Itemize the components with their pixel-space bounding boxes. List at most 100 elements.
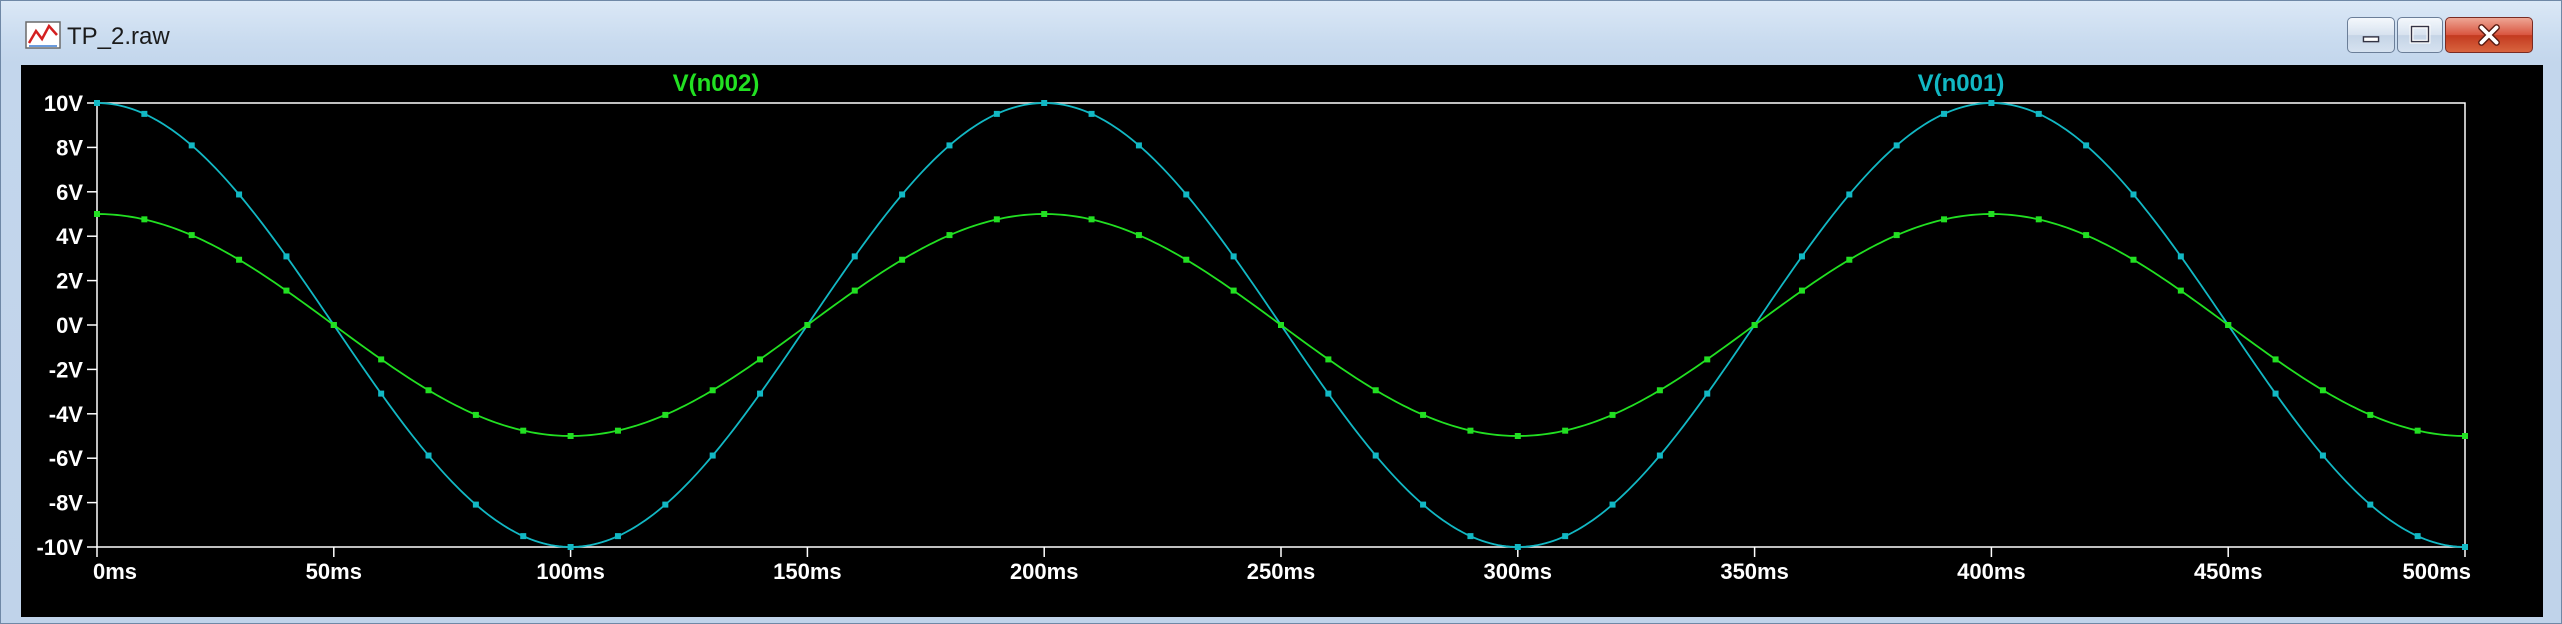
data-point	[1751, 322, 1758, 328]
x-tick-label: 200ms	[1010, 559, 1079, 584]
data-point	[662, 411, 669, 418]
data-point	[993, 110, 1000, 117]
data-point	[1941, 216, 1948, 223]
data-point	[236, 256, 243, 263]
waveform-plot-icon	[25, 21, 61, 49]
y-tick-label: -6V	[49, 446, 84, 471]
data-point	[662, 501, 669, 508]
data-point	[1846, 191, 1853, 198]
data-point	[2367, 411, 2374, 418]
y-tick-label: -8V	[49, 491, 84, 516]
maximize-icon	[2409, 24, 2431, 44]
data-point	[1514, 433, 1521, 439]
close-button[interactable]	[2445, 17, 2533, 53]
data-point	[567, 433, 574, 439]
y-tick-label: 8V	[56, 135, 83, 160]
data-point	[472, 501, 479, 508]
data-point	[2414, 427, 2421, 434]
data-point	[1941, 110, 1948, 117]
data-point	[709, 387, 716, 394]
data-point	[899, 256, 906, 263]
data-point	[1135, 142, 1142, 149]
data-point	[1988, 211, 1995, 217]
minimize-button[interactable]	[2347, 17, 2395, 53]
data-point	[94, 100, 100, 106]
data-point	[1325, 356, 1332, 363]
data-point	[2272, 356, 2279, 363]
data-point	[283, 253, 290, 260]
waveform-chart[interactable]: 10V 8V 6V 4V 2V 0V -2V -4V -6V -8V -10V 0ms 50ms 100m…	[21, 65, 2543, 617]
data-point	[1230, 287, 1237, 294]
data-point	[1704, 390, 1711, 397]
data-point	[1609, 411, 1616, 418]
data-point	[1467, 427, 1474, 434]
data-point	[1420, 411, 1427, 418]
data-point	[188, 232, 195, 239]
series-label: V(n001)	[1918, 70, 2005, 97]
data-point	[993, 216, 1000, 223]
data-point	[851, 287, 858, 294]
data-point	[1372, 387, 1379, 394]
series-label: V(n002)	[673, 70, 760, 97]
data-point	[2272, 390, 2279, 397]
data-point	[1041, 100, 1048, 106]
data-point	[1562, 533, 1569, 540]
data-point	[425, 387, 432, 394]
data-point	[1893, 142, 1900, 149]
data-point	[1656, 387, 1663, 394]
x-tick-label: 400ms	[1957, 559, 2026, 584]
data-point	[709, 452, 716, 459]
data-point	[1420, 501, 1427, 508]
data-point	[2035, 216, 2042, 223]
data-point	[1278, 322, 1284, 328]
data-point	[2462, 433, 2468, 439]
data-point	[1514, 544, 1521, 550]
data-point	[2083, 232, 2090, 239]
data-point	[1088, 110, 1095, 117]
data-point	[1798, 253, 1805, 260]
data-point	[520, 427, 527, 434]
data-point	[567, 544, 574, 550]
data-point	[851, 253, 858, 260]
plot-pane[interactable]: 10V 8V 6V 4V 2V 0V -2V -4V -6V -8V -10V 0ms 50ms 100m…	[21, 65, 2543, 617]
data-point	[946, 142, 953, 149]
data-point	[472, 411, 479, 418]
data-point	[141, 216, 148, 223]
data-point	[1704, 356, 1711, 363]
data-point	[1088, 216, 1095, 223]
maximize-button[interactable]	[2397, 17, 2443, 53]
data-point	[1041, 211, 1048, 217]
data-point	[520, 533, 527, 540]
data-point	[236, 191, 243, 198]
data-point	[757, 356, 764, 363]
data-point	[1562, 427, 1569, 434]
data-point	[141, 110, 148, 117]
data-point	[804, 322, 811, 328]
plot-window: TP_2.raw 10V 8V 6V 4V 2V 0V -2V -4V -6V -8V -10V 0m…	[0, 0, 2562, 624]
data-point	[378, 356, 385, 363]
data-point	[2414, 533, 2421, 540]
data-point	[1798, 287, 1805, 294]
data-point	[2319, 387, 2326, 394]
data-point	[1846, 256, 1853, 263]
x-tick-label: 100ms	[536, 559, 605, 584]
data-point	[2177, 253, 2184, 260]
minimize-icon	[2362, 36, 2380, 43]
data-point	[1656, 452, 1663, 459]
data-point	[1183, 256, 1190, 263]
data-point	[1372, 452, 1379, 459]
y-tick-label: 4V	[56, 224, 83, 249]
data-point	[378, 390, 385, 397]
y-tick-label: 2V	[56, 269, 83, 294]
data-point	[1230, 253, 1237, 260]
data-point	[330, 322, 337, 328]
data-point	[1325, 390, 1332, 397]
data-point	[2083, 142, 2090, 149]
data-point	[757, 390, 764, 397]
data-point	[1893, 232, 1900, 239]
data-point	[614, 427, 621, 434]
y-tick-label: 0V	[56, 313, 83, 338]
title-bar[interactable]: TP_2.raw	[1, 1, 2561, 65]
data-point	[1467, 533, 1474, 540]
data-point	[2177, 287, 2184, 294]
